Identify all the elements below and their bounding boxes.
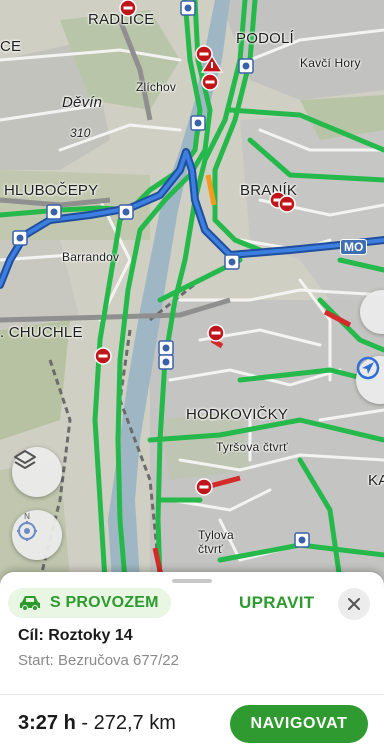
label-kavci-hory: Kavčí Hory (300, 56, 361, 70)
label-hlubocepy: HLUBOČEPY (4, 182, 99, 199)
route-distance: 272,7 km (93, 712, 176, 734)
label-branik: BRANÍK (240, 182, 298, 199)
layers-icon (14, 450, 36, 469)
map-view[interactable]: RADLICE PODOLÍ CE Kavčí Hory Zlíchov Děv… (0, 0, 384, 580)
highway-shield: MO (340, 239, 368, 255)
label-hodkovicky: HODKOVIČKY (186, 406, 289, 423)
label-podoli: PODOLÍ (236, 30, 294, 47)
label-barrandov: Barrandov (62, 250, 120, 264)
route-summary-sheet[interactable]: S PROVOZEM UPRAVIT Cíl: Roztoky 14 Start… (0, 572, 384, 750)
highway-shield-label: MO (344, 240, 364, 254)
label-ce: CE (0, 38, 22, 55)
label-tylova-2: čtvrť (198, 542, 223, 556)
label-chuchle: . CHUCHLE (0, 324, 83, 341)
close-button[interactable] (338, 588, 370, 620)
label-devin: Děvín (62, 94, 103, 111)
navigate-button[interactable]: NAVIGOVAT (230, 705, 368, 743)
label-tyrsova: Tyršova čtvrť (216, 440, 288, 454)
close-icon (348, 598, 360, 610)
route-summary: 3:27 h - 272,7 km (18, 712, 176, 735)
map-canvas (0, 0, 384, 580)
traffic-mode-chip[interactable]: S PROVOZEM (8, 588, 171, 618)
compass-icon: N (17, 512, 37, 541)
edit-route-button[interactable]: UPRAVIT (239, 593, 314, 613)
svg-text:N: N (24, 512, 30, 521)
summary-separator: - (75, 712, 94, 734)
layers-button[interactable] (12, 447, 62, 497)
route-duration: 3:27 h (18, 712, 76, 734)
compass-button[interactable]: N (12, 510, 62, 560)
car-icon (20, 596, 40, 611)
sheet-drag-handle[interactable] (172, 579, 212, 583)
label-road-310: 310 (70, 126, 91, 140)
label-tylova-1: Tylova (198, 528, 234, 542)
label-ka: KA (368, 472, 384, 489)
start-text: Start: Bezručova 677/22 (18, 652, 179, 669)
destination-text: Cíl: Roztoky 14 (18, 627, 133, 644)
location-arrow-icon (356, 356, 380, 380)
label-radlice: RADLICE (88, 11, 155, 28)
divider (0, 694, 384, 695)
traffic-mode-label: S PROVOZEM (50, 594, 159, 611)
label-zlichov: Zlíchov (136, 80, 177, 94)
